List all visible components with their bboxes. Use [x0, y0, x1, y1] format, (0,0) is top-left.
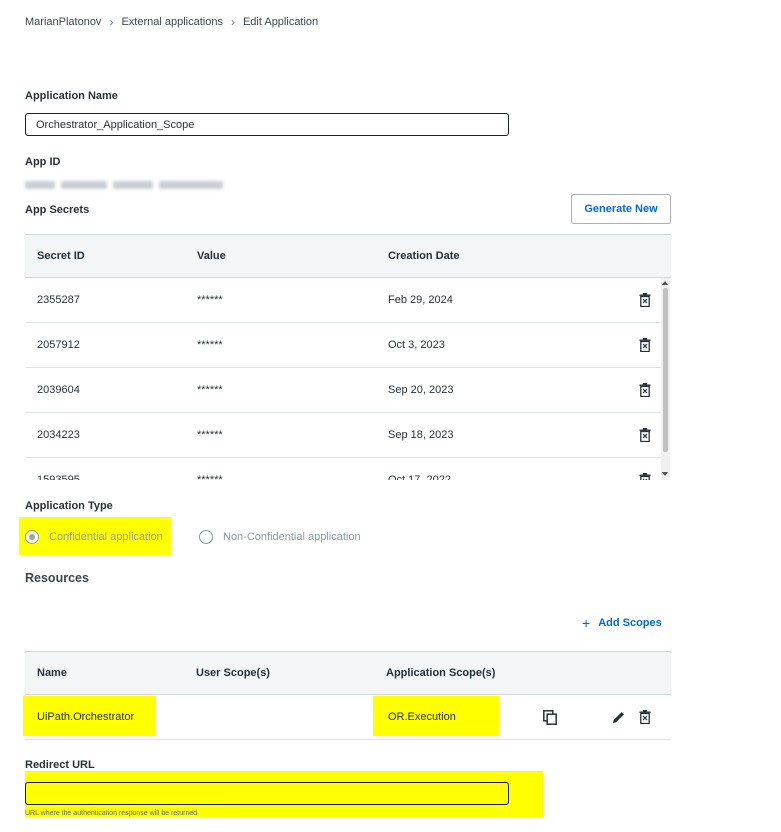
scrollbar-thumb[interactable] [663, 288, 668, 452]
application-scopes-cell: OR.Execution [388, 711, 456, 723]
application-name-value: Orchestrator_Application_Scope [36, 118, 195, 131]
scroll-up-arrow-icon[interactable] [662, 281, 668, 285]
add-scopes-label: Add Scopes [598, 617, 662, 629]
scroll-down-arrow-icon[interactable] [662, 472, 668, 476]
table-row: 2034223 ****** Sep 18, 2023 [25, 413, 661, 458]
resources-table-header: Name User Scope(s) Application Scope(s) [25, 651, 671, 695]
trash-icon[interactable] [639, 278, 651, 322]
breadcrumb-item-org[interactable]: MarianPlatonov [25, 16, 101, 28]
chevron-right-icon: › [109, 15, 114, 29]
app-id-value-redacted [25, 179, 223, 191]
add-scopes-button[interactable]: + Add Scopes [582, 616, 662, 630]
secret-id-cell: 2034223 [37, 429, 80, 441]
application-name-input[interactable]: Orchestrator_Application_Scope [25, 113, 509, 136]
resources-title: Resources [25, 571, 89, 585]
column-header-name: Name [37, 667, 67, 679]
plus-icon: + [582, 615, 591, 631]
redirect-url-input[interactable] [25, 782, 509, 805]
radio-unchecked-icon [199, 530, 213, 544]
trash-icon[interactable] [639, 323, 651, 367]
table-row: 2039604 ****** Sep 20, 2023 [25, 368, 661, 413]
column-header-creation-date: Creation Date [388, 250, 460, 262]
secret-value-cell: ****** [197, 474, 223, 480]
secret-value-cell: ****** [197, 384, 223, 396]
table-row: 2355287 ****** Feb 29, 2024 [25, 278, 661, 323]
column-header-value: Value [197, 250, 226, 262]
creation-date-cell: Sep 20, 2023 [388, 384, 454, 396]
table-row: UiPath.Orchestrator OR.Execution [23, 695, 671, 740]
table-row: 1593595 ****** Oct 17, 2022 [25, 458, 661, 480]
app-id-label: App ID [25, 156, 61, 168]
pencil-icon[interactable] [612, 695, 625, 739]
creation-date-cell: Oct 3, 2023 [388, 339, 445, 351]
radio-non-confidential-label: Non-Confidential application [223, 531, 361, 543]
copy-icon[interactable] [543, 695, 557, 739]
trash-icon[interactable] [639, 368, 651, 412]
breadcrumb: MarianPlatonov › External applications ›… [25, 16, 318, 28]
creation-date-cell: Sep 18, 2023 [388, 429, 454, 441]
column-header-secret-id: Secret ID [37, 250, 85, 262]
trash-icon[interactable] [639, 458, 651, 480]
column-header-user-scopes: User Scope(s) [196, 667, 270, 679]
secret-id-cell: 2355287 [37, 294, 80, 306]
radio-confidential[interactable]: Confidential application [25, 530, 163, 544]
secret-id-cell: 1593595 [37, 474, 80, 480]
table-row: 2057912 ****** Oct 3, 2023 [25, 323, 661, 368]
breadcrumb-item-external-applications[interactable]: External applications [121, 16, 223, 28]
app-secrets-label: App Secrets [25, 204, 90, 216]
application-type-label: Application Type [25, 500, 113, 512]
creation-date-cell: Feb 29, 2024 [388, 294, 453, 306]
secrets-scrollbar[interactable] [661, 278, 670, 480]
secret-id-cell: 2057912 [37, 339, 80, 351]
secret-value-cell: ****** [197, 339, 223, 351]
secret-value-cell: ****** [197, 294, 223, 306]
breadcrumb-item-edit-application: Edit Application [242, 16, 319, 28]
redirect-url-label: Redirect URL [25, 759, 95, 771]
application-name-label: Application Name [25, 90, 118, 102]
trash-icon[interactable] [639, 413, 651, 457]
redirect-url-helper-text: URL where the authentication response wi… [25, 810, 198, 817]
radio-non-confidential[interactable]: Non-Confidential application [199, 530, 361, 544]
resource-name-cell: UiPath.Orchestrator [37, 711, 135, 723]
secrets-table-header: Secret ID Value Creation Date [25, 234, 671, 278]
secrets-table-body[interactable]: 2355287 ****** Feb 29, 2024 2057912 ****… [25, 278, 670, 480]
creation-date-cell: Oct 17, 2022 [388, 474, 451, 480]
chevron-right-icon: › [230, 15, 235, 29]
trash-icon[interactable] [639, 695, 651, 739]
generate-new-button[interactable]: Generate New [571, 194, 671, 224]
column-header-application-scopes: Application Scope(s) [386, 667, 496, 679]
radio-checked-icon [25, 530, 39, 544]
secret-id-cell: 2039604 [37, 384, 80, 396]
secret-value-cell: ****** [197, 429, 223, 441]
radio-confidential-label: Confidential application [49, 531, 163, 543]
